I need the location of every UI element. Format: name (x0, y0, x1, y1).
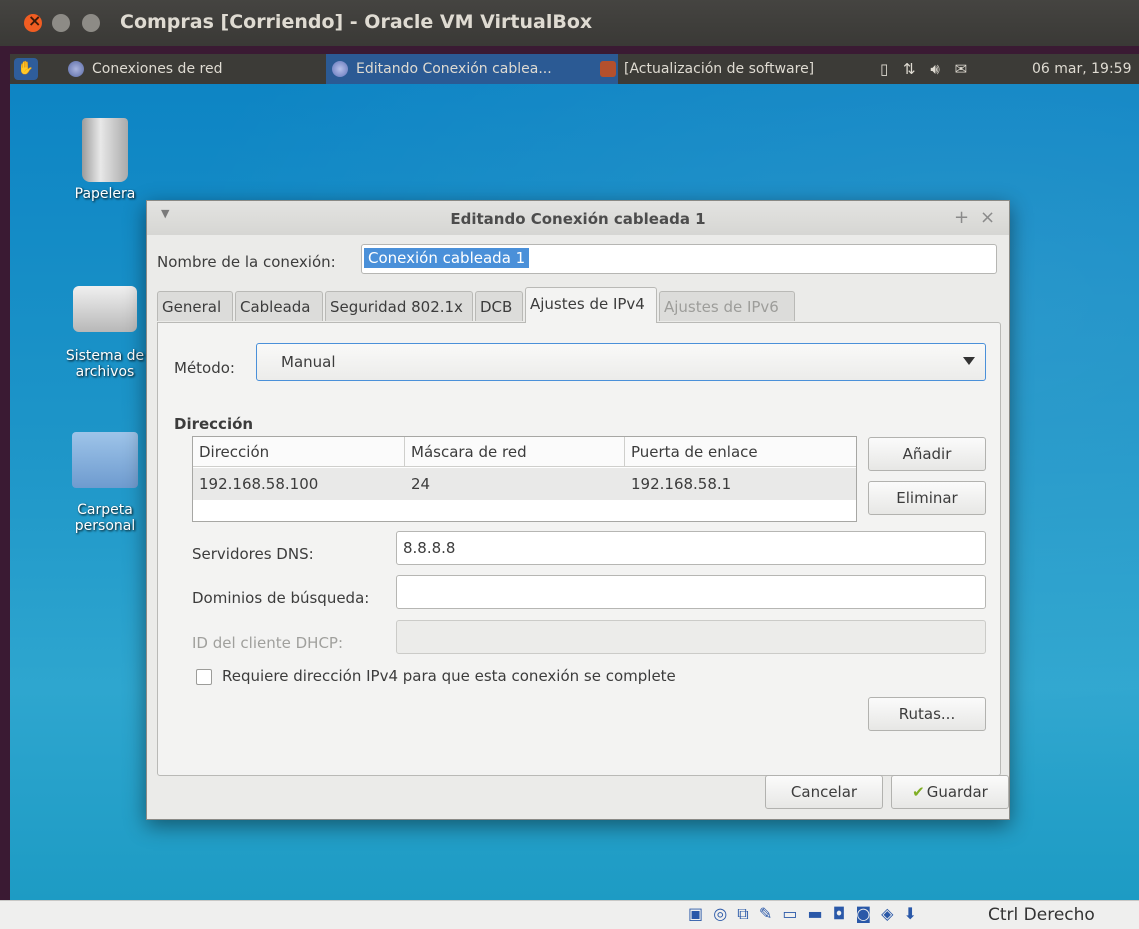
indicators: ▯ ⇅ 🔊︎ ✉ (880, 54, 977, 84)
dns-servers-label: Servidores DNS: (192, 545, 314, 563)
cell-gateway[interactable]: 192.168.58.1 (631, 468, 731, 500)
taskbar-item-editando[interactable]: Editando Conexión cablea... (326, 54, 618, 84)
search-domains-input[interactable] (396, 575, 986, 609)
battery-icon[interactable]: ▯ (880, 60, 888, 78)
method-value: Manual (281, 353, 336, 371)
column-header-address[interactable]: Dirección (193, 437, 405, 467)
tab-ipv6-settings[interactable]: Ajustes de IPv6 (659, 291, 795, 321)
tab-ipv4-settings[interactable]: Ajustes de IPv4 (525, 287, 657, 323)
desktop-icon-label: Sistema de archivos (65, 348, 145, 380)
cancel-button[interactable]: Cancelar (765, 775, 883, 809)
home-folder-icon (72, 432, 138, 488)
network-icon[interactable]: ⧉ (737, 904, 748, 923)
mail-icon[interactable]: ✉ (955, 60, 968, 78)
taskbar-item-conexiones[interactable]: Conexiones de red (62, 54, 322, 84)
launcher-icon[interactable]: ✋ (14, 58, 38, 80)
column-header-gateway[interactable]: Puerta de enlace (625, 437, 856, 467)
tab-cableada[interactable]: Cableada (235, 291, 323, 321)
dialog-title: Editando Conexión cableada 1 (450, 210, 706, 228)
address-section-title: Dirección (174, 415, 254, 433)
host-statusbar: ▣ ◎ ⧉ ✎ ▭ ▬ ◘ ◙ ◈ ⬇ Ctrl Derecho (0, 900, 1139, 929)
clock[interactable]: 06 mar, 19:59 (1032, 54, 1131, 84)
connection-name-value: Conexión cableada 1 (364, 248, 530, 268)
usb-icon[interactable]: ✎ (759, 904, 772, 923)
require-ipv4-label[interactable]: Requiere dirección IPv4 para que esta co… (222, 667, 676, 685)
dns-servers-input[interactable]: 8.8.8.8 (396, 531, 986, 565)
arrow-down-icon[interactable]: ⬇ (904, 904, 917, 923)
taskbar-item-actualizacion[interactable]: [Actualización de software] (594, 54, 894, 84)
status-icons: ▣ ◎ ⧉ ✎ ▭ ▬ ◘ ◙ ◈ ⬇ (688, 904, 922, 924)
shared-folder-icon[interactable]: ▭ (782, 904, 797, 923)
top-panel: ✋ Conexiones de red Editando Conexión ca… (10, 54, 1139, 84)
taskbar-item-label: Conexiones de red (92, 61, 223, 77)
vm-icon[interactable]: ◙ (856, 904, 872, 923)
routes-button[interactable]: Rutas... (868, 697, 986, 731)
table-row[interactable]: 192.168.58.100 24 192.168.58.1 (193, 468, 856, 500)
column-header-netmask[interactable]: Máscara de red (405, 437, 625, 467)
cell-netmask[interactable]: 24 (411, 468, 430, 500)
hard-disk-icon[interactable]: ▣ (688, 904, 703, 923)
dhcp-client-id-label: ID del cliente DHCP: (192, 634, 344, 652)
vm-screen[interactable]: ✋ Conexiones de red Editando Conexión ca… (10, 54, 1139, 900)
method-label: Método: (174, 359, 235, 377)
desktop-icon-label: Carpeta personal (74, 502, 136, 534)
optical-disk-icon[interactable]: ◎ (713, 904, 727, 923)
address-table[interactable]: Dirección Máscara de red Puerta de enlac… (192, 436, 857, 522)
desktop-icon-label: Papelera (74, 186, 136, 202)
connection-name-label: Nombre de la conexión: (157, 253, 336, 271)
mouse-integration-icon[interactable]: ◈ (881, 904, 893, 923)
add-address-button[interactable]: Añadir (868, 437, 986, 471)
trash-icon (82, 118, 128, 182)
connection-name-input[interactable]: Conexión cableada 1 (361, 244, 997, 274)
video-capture-icon[interactable]: ◘ (833, 904, 846, 923)
search-domains-label: Dominios de búsqueda: (192, 589, 370, 607)
volume-icon[interactable]: 🔊︎ (930, 60, 939, 78)
dialog-titlebar[interactable]: ▼ Editando Conexión cableada 1 + × (147, 201, 1009, 235)
tab-general[interactable]: General (157, 291, 233, 321)
software-update-icon (600, 61, 616, 77)
desktop-icon-home[interactable]: Carpeta personal (60, 432, 150, 534)
dhcp-client-id-input[interactable] (396, 620, 986, 654)
desktop-icon-trash[interactable]: Papelera (60, 118, 150, 202)
method-select[interactable]: Manual (256, 343, 986, 381)
cell-address[interactable]: 192.168.58.100 (199, 468, 318, 500)
host-titlebar: Compras [Corriendo] - Oracle VM VirtualB… (0, 0, 1139, 46)
maximize-icon[interactable]: + (954, 207, 969, 228)
tab-dcb[interactable]: DCB (475, 291, 523, 321)
network-manager-icon (68, 61, 84, 77)
network-arrows-icon[interactable]: ⇅ (903, 60, 916, 78)
tab-seguridad-8021x[interactable]: Seguridad 802.1x (325, 291, 473, 321)
network-manager-icon (332, 61, 348, 77)
checkmark-icon: ✔ (912, 783, 925, 801)
delete-address-button[interactable]: Eliminar (868, 481, 986, 515)
dropdown-arrow-icon (963, 357, 975, 365)
desktop-icon-filesystem[interactable]: Sistema de archivos (60, 286, 150, 380)
ipv4-settings-panel: Método: Manual Dirección Dirección Másca… (157, 322, 1001, 776)
save-button-label: Guardar (926, 783, 988, 801)
save-button[interactable]: ✔ Guardar (891, 775, 1009, 809)
hard-drive-icon (73, 286, 137, 332)
dns-servers-value: 8.8.8.8 (403, 539, 456, 557)
edit-connection-dialog: ▼ Editando Conexión cableada 1 + × Nombr… (146, 200, 1010, 820)
close-icon[interactable] (24, 11, 42, 32)
require-ipv4-checkbox[interactable] (196, 669, 212, 685)
host-key-label: Ctrl Derecho (988, 905, 1095, 925)
maximize-icon[interactable] (82, 14, 100, 32)
close-icon[interactable]: × (980, 207, 995, 228)
window-title: Compras [Corriendo] - Oracle VM VirtualB… (120, 11, 593, 33)
display-icon[interactable]: ▬ (808, 904, 823, 923)
taskbar-item-label: Editando Conexión cablea... (356, 61, 552, 77)
taskbar-item-label: [Actualización de software] (624, 61, 815, 77)
minimize-icon[interactable] (52, 14, 70, 32)
